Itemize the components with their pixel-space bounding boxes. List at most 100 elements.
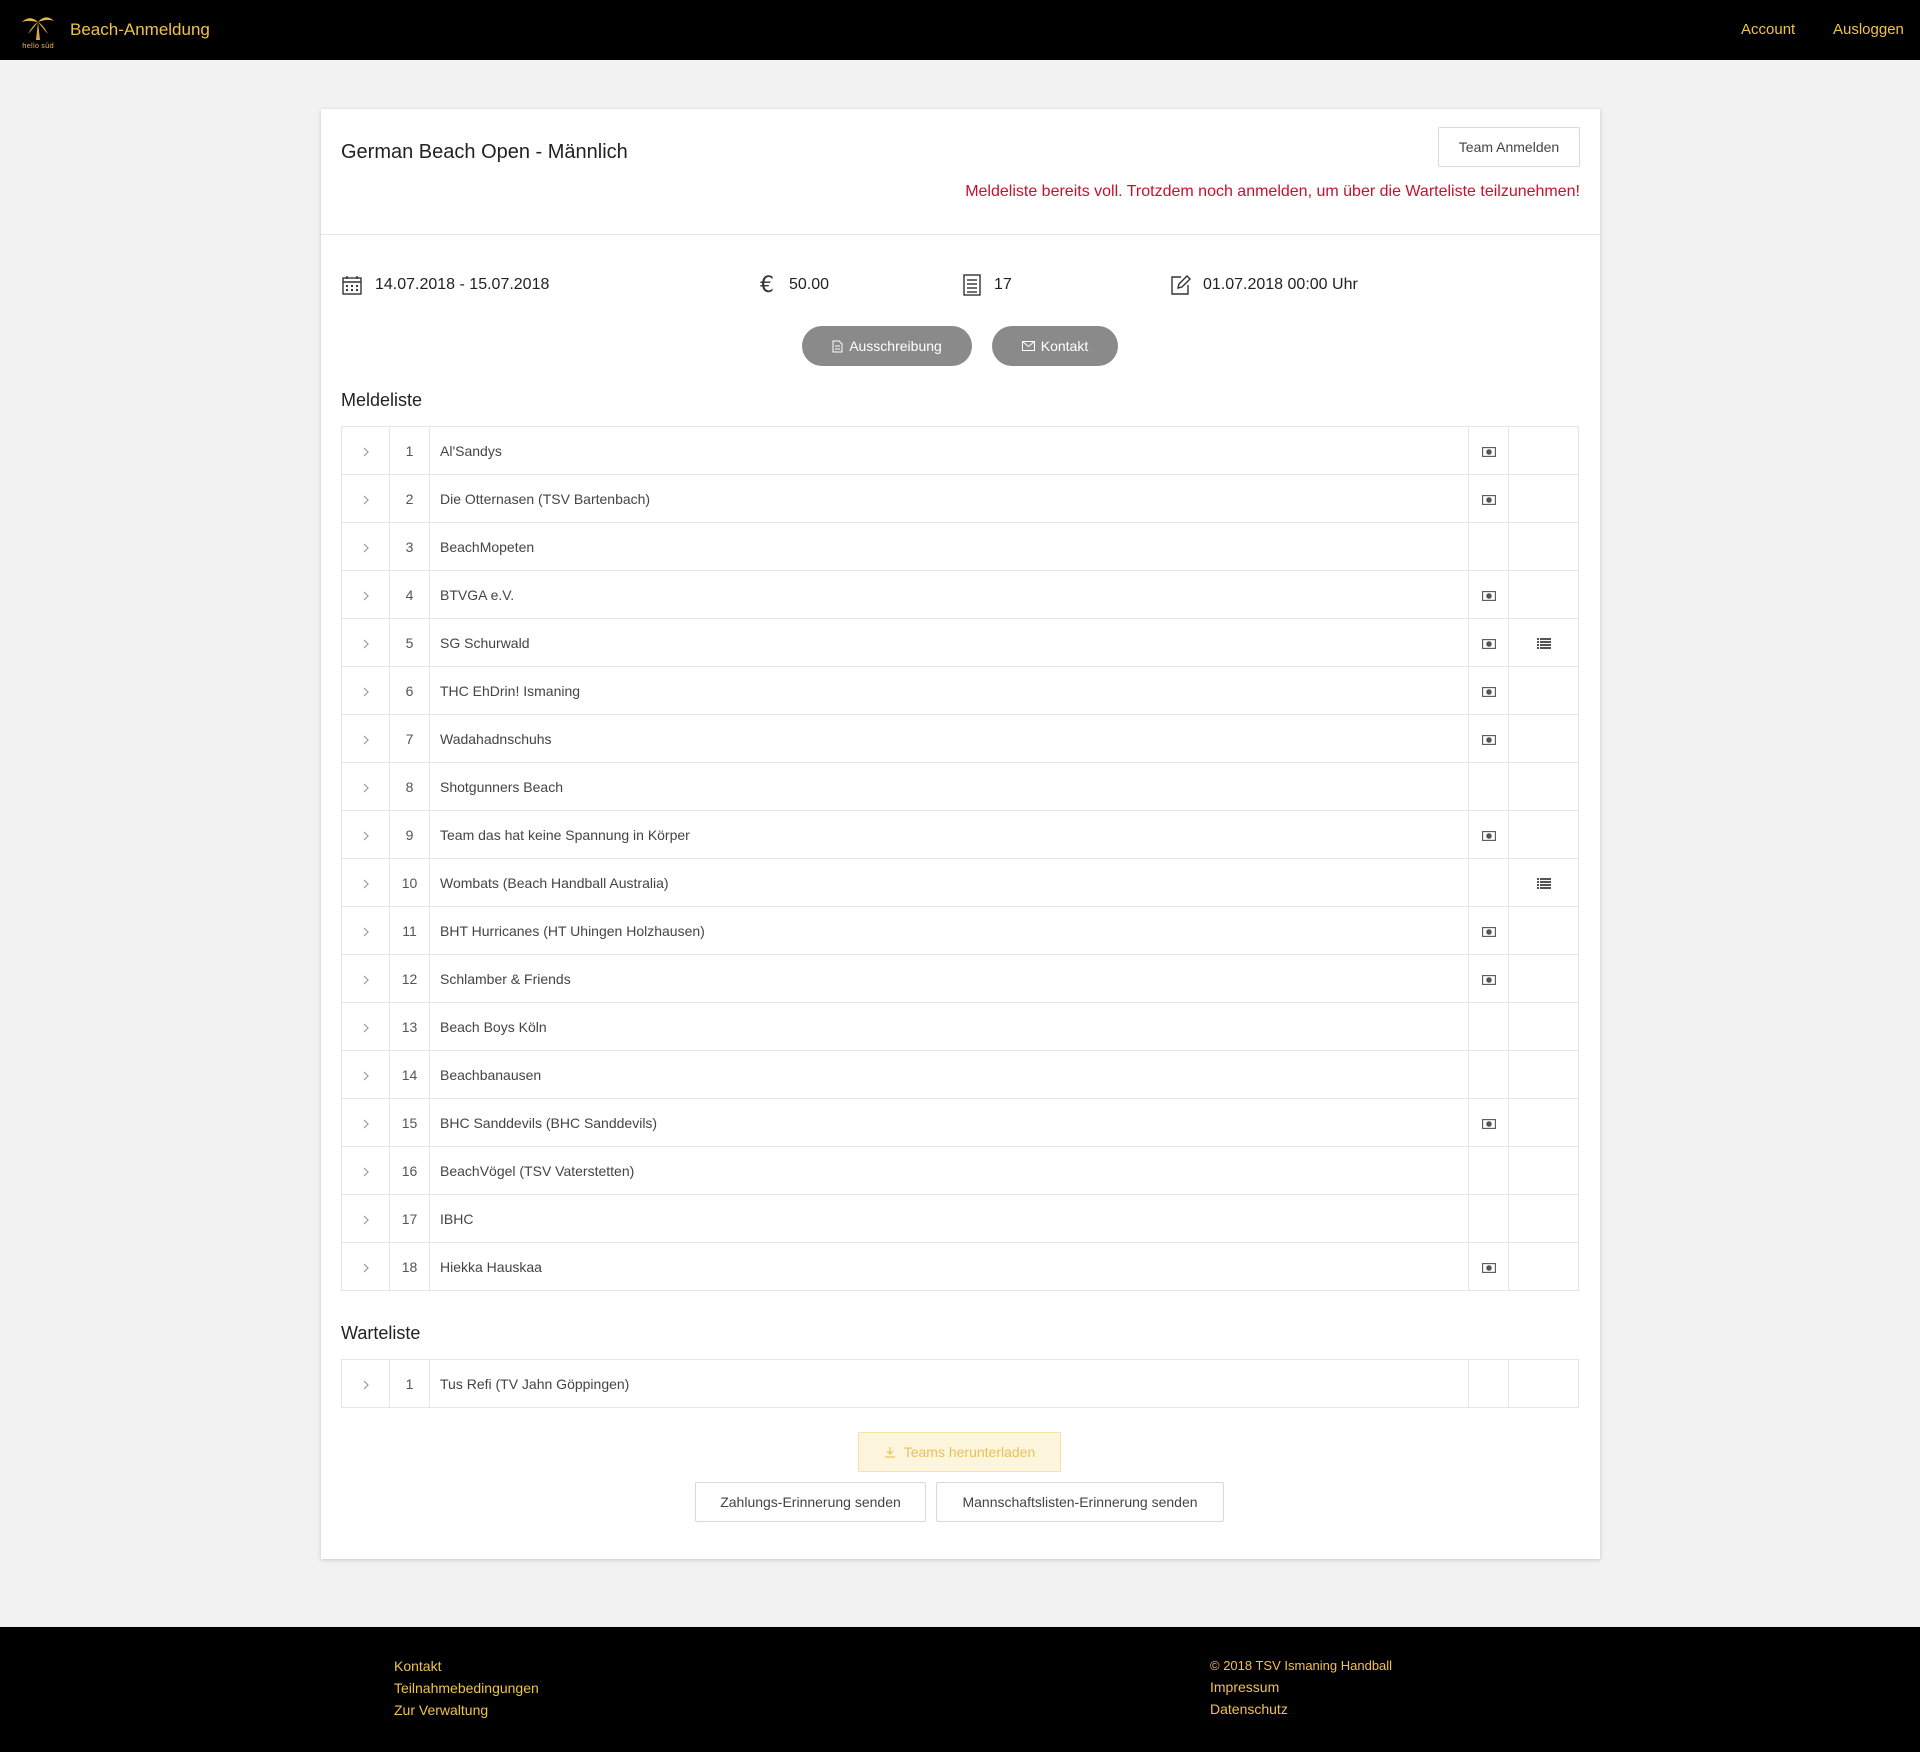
chevron-right-icon[interactable] bbox=[362, 542, 370, 554]
chevron-right-icon[interactable] bbox=[362, 590, 370, 602]
table-row[interactable]: 1 Tus Refi (TV Jahn Göppingen) bbox=[341, 1359, 1579, 1408]
footer: Kontakt Teilnahmebedingungen Zur Verwalt… bbox=[0, 1627, 1920, 1752]
chevron-right-icon[interactable] bbox=[362, 878, 370, 890]
expand-cell[interactable] bbox=[341, 810, 390, 859]
chevron-right-icon[interactable] bbox=[362, 782, 370, 794]
table-row[interactable]: 1 Al'Sandys bbox=[341, 426, 1579, 475]
list-icon[interactable] bbox=[1536, 638, 1551, 650]
row-number: 1 bbox=[389, 1359, 430, 1408]
table-row[interactable]: 2 Die Otternasen (TSV Bartenbach) bbox=[341, 474, 1579, 523]
payment-cell bbox=[1468, 666, 1509, 715]
table-row[interactable]: 3 BeachMopeten bbox=[341, 522, 1579, 571]
expand-cell[interactable] bbox=[341, 474, 390, 523]
chevron-right-icon[interactable] bbox=[362, 926, 370, 938]
expand-cell[interactable] bbox=[341, 570, 390, 619]
table-row[interactable]: 9 Team das hat keine Spannung in Körper bbox=[341, 810, 1579, 859]
table-row[interactable]: 8 Shotgunners Beach bbox=[341, 762, 1579, 811]
logout-link[interactable]: Ausloggen bbox=[1833, 21, 1904, 38]
expand-cell[interactable] bbox=[341, 906, 390, 955]
roster-cell bbox=[1508, 954, 1579, 1003]
payment-cell bbox=[1468, 1242, 1509, 1291]
roster-reminder-button[interactable]: Mannschaftslisten-Erinnerung senden bbox=[936, 1482, 1224, 1522]
expand-cell[interactable] bbox=[341, 1098, 390, 1147]
expand-cell[interactable] bbox=[341, 1242, 390, 1291]
payment-cell bbox=[1468, 906, 1509, 955]
row-number: 13 bbox=[389, 1002, 430, 1051]
expand-cell[interactable] bbox=[341, 1359, 390, 1408]
expand-cell[interactable] bbox=[341, 954, 390, 1003]
chevron-right-icon[interactable] bbox=[362, 974, 370, 986]
table-row[interactable]: 7 Wadahadnschuhs bbox=[341, 714, 1579, 763]
chevron-right-icon[interactable] bbox=[362, 686, 370, 698]
roster-cell bbox=[1508, 1194, 1579, 1243]
contact-button[interactable]: Kontakt bbox=[992, 326, 1118, 366]
expand-cell[interactable] bbox=[341, 714, 390, 763]
chevron-right-icon[interactable] bbox=[362, 1262, 370, 1274]
chevron-right-icon[interactable] bbox=[362, 638, 370, 650]
chevron-right-icon[interactable] bbox=[362, 446, 370, 458]
table-row[interactable]: 14 Beachbanausen bbox=[341, 1050, 1579, 1099]
svg-text:€: € bbox=[760, 274, 774, 296]
expand-cell[interactable] bbox=[341, 522, 390, 571]
chevron-right-icon[interactable] bbox=[362, 830, 370, 842]
chevron-right-icon[interactable] bbox=[362, 734, 370, 746]
chevron-right-icon[interactable] bbox=[362, 1070, 370, 1082]
expand-cell[interactable] bbox=[341, 1050, 390, 1099]
download-teams-button[interactable]: Teams herunterladen bbox=[858, 1432, 1061, 1472]
money-icon bbox=[1481, 926, 1496, 937]
footer-imprint-link[interactable]: Impressum bbox=[1210, 1679, 1279, 1695]
expand-cell[interactable] bbox=[341, 1146, 390, 1195]
team-name: THC EhDrin! Ismaning bbox=[429, 666, 1469, 715]
tender-button[interactable]: Ausschreibung bbox=[802, 326, 972, 366]
expand-cell[interactable] bbox=[341, 858, 390, 907]
table-row[interactable]: 16 BeachVögel (TSV Vaterstetten) bbox=[341, 1146, 1579, 1195]
roster-cell bbox=[1508, 1098, 1579, 1147]
expand-cell[interactable] bbox=[341, 666, 390, 715]
footer-privacy-link[interactable]: Datenschutz bbox=[1210, 1701, 1288, 1717]
registration-table: 1 Al'Sandys 2 Die Otternasen (TSV Bartenbac… bbox=[341, 426, 1579, 1291]
palm-logo-icon[interactable]: hello süd bbox=[18, 10, 58, 50]
expand-cell[interactable] bbox=[341, 618, 390, 667]
event-slots: 17 bbox=[962, 270, 1012, 300]
table-row[interactable]: 18 Hiekka Hauskaa bbox=[341, 1242, 1579, 1291]
table-row[interactable]: 10 Wombats (Beach Handball Australia) bbox=[341, 858, 1579, 907]
expand-cell[interactable] bbox=[341, 1194, 390, 1243]
account-link[interactable]: Account bbox=[1741, 21, 1795, 38]
money-icon bbox=[1481, 638, 1496, 649]
table-row[interactable]: 4 BTVGA e.V. bbox=[341, 570, 1579, 619]
expand-cell[interactable] bbox=[341, 426, 390, 475]
expand-cell[interactable] bbox=[341, 762, 390, 811]
payment-cell bbox=[1468, 426, 1509, 475]
table-row[interactable]: 11 BHT Hurricanes (HT Uhingen Holzhausen) bbox=[341, 906, 1579, 955]
chevron-right-icon[interactable] bbox=[362, 1118, 370, 1130]
logo-text: hello süd bbox=[22, 42, 54, 50]
table-row[interactable]: 13 Beach Boys Köln bbox=[341, 1002, 1579, 1051]
envelope-icon bbox=[1021, 341, 1035, 351]
chevron-right-icon[interactable] bbox=[362, 1022, 370, 1034]
row-number: 5 bbox=[389, 618, 430, 667]
table-row[interactable]: 6 THC EhDrin! Ismaning bbox=[341, 666, 1579, 715]
table-row[interactable]: 15 BHC Sanddevils (BHC Sanddevils) bbox=[341, 1098, 1579, 1147]
footer-admin-link[interactable]: Zur Verwaltung bbox=[394, 1702, 488, 1718]
list-icon[interactable] bbox=[1536, 878, 1551, 890]
expand-cell[interactable] bbox=[341, 1002, 390, 1051]
row-number: 11 bbox=[389, 906, 430, 955]
chevron-right-icon[interactable] bbox=[362, 1379, 370, 1391]
team-name: Beach Boys Köln bbox=[429, 1002, 1469, 1051]
footer-terms-link[interactable]: Teilnahmebedingungen bbox=[394, 1680, 539, 1696]
table-row[interactable]: 5 SG Schurwald bbox=[341, 618, 1579, 667]
chevron-right-icon[interactable] bbox=[362, 494, 370, 506]
payment-cell bbox=[1468, 762, 1509, 811]
table-row[interactable]: 12 Schlamber & Friends bbox=[341, 954, 1579, 1003]
chevron-right-icon[interactable] bbox=[362, 1166, 370, 1178]
team-register-button[interactable]: Team Anmelden bbox=[1438, 127, 1580, 167]
payment-cell bbox=[1468, 714, 1509, 763]
deadline-value: 01.07.2018 00:00 Uhr bbox=[1203, 276, 1358, 293]
row-number: 14 bbox=[389, 1050, 430, 1099]
chevron-right-icon[interactable] bbox=[362, 1214, 370, 1226]
brand-link[interactable]: Beach-Anmeldung bbox=[70, 20, 210, 40]
footer-contact-link[interactable]: Kontakt bbox=[394, 1658, 441, 1674]
payment-reminder-button[interactable]: Zahlungs-Erinnerung senden bbox=[695, 1482, 926, 1522]
team-name: SG Schurwald bbox=[429, 618, 1469, 667]
table-row[interactable]: 17 IBHC bbox=[341, 1194, 1579, 1243]
